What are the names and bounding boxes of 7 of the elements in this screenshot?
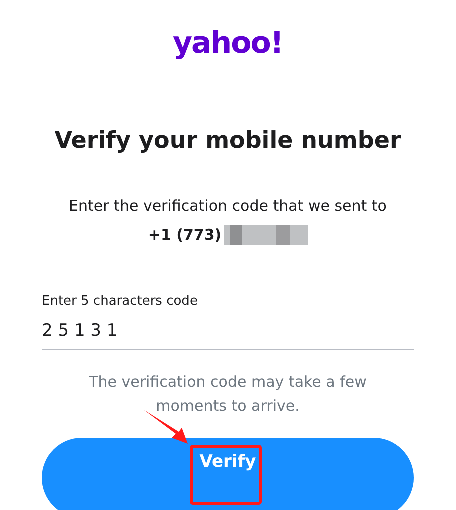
hint-text: The verification code may take a few moments to arrive. <box>88 372 368 417</box>
page-title: Verify your mobile number <box>54 127 402 156</box>
field-label: Enter 5 characters code <box>42 293 199 311</box>
logo: yahoo! <box>172 25 284 63</box>
code-field[interactable]: 2 5 1 3 1 <box>42 319 414 350</box>
instruction-text: Enter the verification code that we sent to <box>69 196 387 216</box>
phone-number: +1 (773) <box>148 225 222 245</box>
